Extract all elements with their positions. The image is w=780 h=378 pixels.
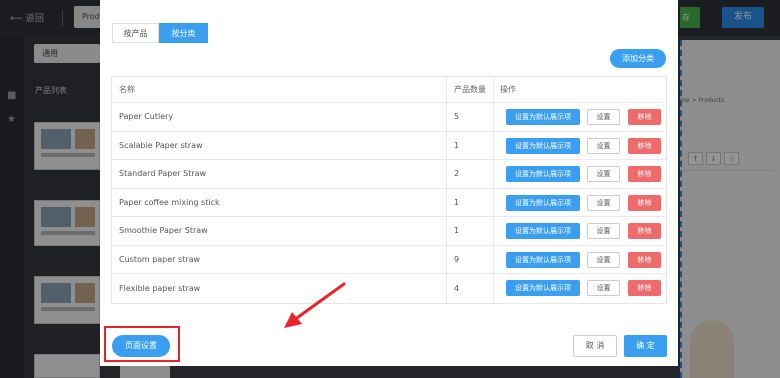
settings-button[interactable]: 设置 <box>587 166 620 182</box>
header-name: 名称 <box>119 85 135 94</box>
category-name: Custom paper straw <box>119 254 201 264</box>
category-name: Scalable Paper straw <box>119 140 203 150</box>
cancel-button[interactable]: 取 消 <box>573 335 617 357</box>
add-category-button[interactable]: 添加分类 <box>610 49 666 68</box>
table-row: Flexible paper straw 4 设置为默认展示项 设置 移除 <box>112 274 666 303</box>
product-count: 1 <box>454 197 460 207</box>
settings-button[interactable]: 设置 <box>587 223 620 239</box>
category-name: Paper Cutlery <box>119 112 174 122</box>
category-table: 名称 产品数量 操作 Paper Cutlery 5 设置为默认展示项 设置 移… <box>111 76 667 304</box>
product-count: 4 <box>454 283 460 293</box>
table-row: Custom paper straw 9 设置为默认展示项 设置 移除 <box>112 245 666 274</box>
table-row: Smoothie Paper Straw 1 设置为默认展示项 设置 移除 <box>112 217 666 246</box>
table-row: Paper Cutlery 5 设置为默认展示项 设置 移除 <box>112 103 666 132</box>
category-name: Flexible paper straw <box>119 283 201 293</box>
set-default-button[interactable]: 设置为默认展示项 <box>506 280 580 296</box>
category-name: Standard Paper Straw <box>119 169 207 179</box>
header-ops: 操作 <box>500 85 516 94</box>
set-default-button[interactable]: 设置为默认展示项 <box>506 223 580 239</box>
confirm-button[interactable]: 确 定 <box>624 335 667 357</box>
remove-button[interactable]: 移除 <box>628 194 661 211</box>
remove-button[interactable]: 移除 <box>628 137 661 154</box>
table-header: 名称 产品数量 操作 <box>112 77 666 103</box>
table-row: Standard Paper Straw 2 设置为默认展示项 设置 移除 <box>112 160 666 189</box>
category-name: Paper coffee mixing stick <box>119 197 220 207</box>
category-name: Smoothie Paper Straw <box>119 226 208 236</box>
product-count: 1 <box>454 140 460 150</box>
product-count: 2 <box>454 169 460 179</box>
settings-button[interactable]: 设置 <box>587 137 620 154</box>
tab-by-product[interactable]: 按产品 <box>112 23 159 43</box>
remove-button[interactable]: 移除 <box>628 166 661 182</box>
remove-button[interactable]: 移除 <box>628 223 661 239</box>
table-row: Scalable Paper straw 1 设置为默认展示项 设置 移除 <box>112 131 666 160</box>
settings-button[interactable]: 设置 <box>587 109 620 125</box>
annotation-highlight-box <box>104 326 180 362</box>
settings-button[interactable]: 设置 <box>587 194 620 211</box>
product-count: 5 <box>454 112 460 122</box>
set-default-button[interactable]: 设置为默认展示项 <box>506 166 580 182</box>
tab-by-category[interactable]: 按分类 <box>159 23 208 43</box>
settings-button[interactable]: 设置 <box>587 280 620 296</box>
annotation-arrow-icon <box>284 282 346 328</box>
set-default-button[interactable]: 设置为默认展示项 <box>506 109 580 125</box>
product-count: 1 <box>454 226 460 236</box>
remove-button[interactable]: 移除 <box>628 280 661 296</box>
table-row: Paper coffee mixing stick 1 设置为默认展示项 设置 … <box>112 188 666 217</box>
product-count: 9 <box>454 254 460 264</box>
category-settings-dialog: 按产品 按分类 添加分类 名称 产品数量 操作 Paper Cutlery 5 … <box>100 0 678 366</box>
set-default-button[interactable]: 设置为默认展示项 <box>506 251 580 268</box>
header-count: 产品数量 <box>454 85 486 94</box>
set-default-button[interactable]: 设置为默认展示项 <box>506 194 580 211</box>
set-default-button[interactable]: 设置为默认展示项 <box>506 137 580 154</box>
remove-button[interactable]: 移除 <box>628 109 661 125</box>
settings-button[interactable]: 设置 <box>587 251 620 268</box>
remove-button[interactable]: 移除 <box>628 251 661 268</box>
